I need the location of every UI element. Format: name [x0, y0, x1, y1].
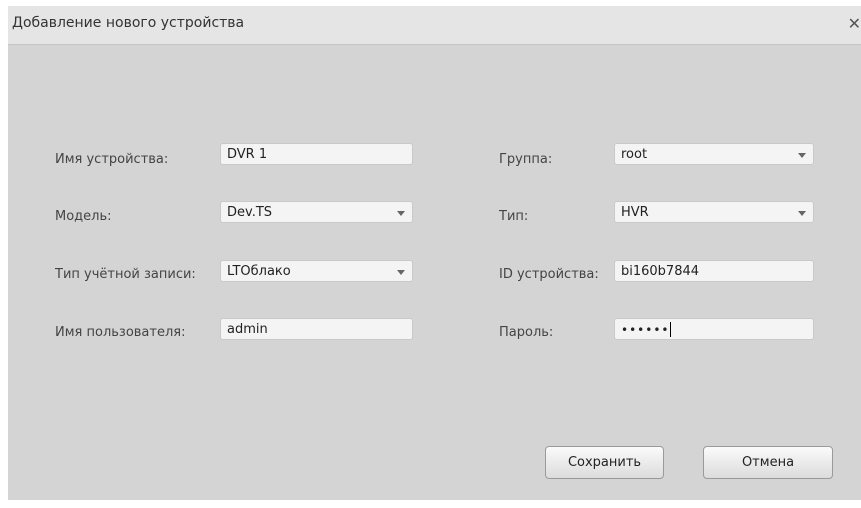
username-value: admin: [227, 322, 268, 337]
cancel-button[interactable]: Отмена: [703, 446, 833, 479]
type-select[interactable]: HVR: [614, 201, 814, 223]
account-type-label: Тип учётной записи:: [55, 267, 196, 282]
group-value: root: [621, 147, 648, 162]
chevron-down-icon: [397, 270, 405, 275]
chevron-down-icon: [798, 211, 806, 216]
username-label: Имя пользователя:: [55, 325, 186, 340]
type-label: Тип:: [499, 209, 529, 224]
device-id-input[interactable]: bi160b7844: [614, 260, 814, 282]
device-id-value: bi160b7844: [621, 264, 700, 279]
password-label: Пароль:: [499, 325, 554, 340]
password-masked-value: ••••••: [621, 323, 670, 337]
chevron-down-icon: [397, 211, 405, 216]
account-type-value: LTOблако: [227, 264, 291, 279]
add-device-dialog: Добавление нового устройства ✕ Имя устро…: [8, 6, 861, 500]
model-label: Модель:: [55, 209, 112, 224]
device-id-label: ID устройства:: [499, 267, 599, 282]
save-button[interactable]: Сохранить: [545, 446, 664, 479]
device-name-label: Имя устройства:: [55, 152, 169, 167]
username-input[interactable]: admin: [220, 318, 413, 340]
group-select[interactable]: root: [614, 143, 814, 165]
account-type-select[interactable]: LTOблако: [220, 260, 413, 282]
device-name-value: DVR 1: [227, 147, 268, 162]
group-label: Группа:: [499, 152, 553, 167]
title-bar: Добавление нового устройства ✕: [8, 6, 861, 45]
model-value: Dev.TS: [227, 205, 273, 220]
password-input[interactable]: ••••••: [614, 318, 814, 340]
device-name-input[interactable]: DVR 1: [220, 143, 413, 165]
chevron-down-icon: [798, 153, 806, 158]
model-select[interactable]: Dev.TS: [220, 201, 413, 223]
dialog-title: Добавление нового устройства: [12, 15, 245, 31]
type-value: HVR: [621, 205, 649, 220]
close-icon[interactable]: ✕: [848, 14, 861, 33]
text-caret: [670, 322, 672, 337]
